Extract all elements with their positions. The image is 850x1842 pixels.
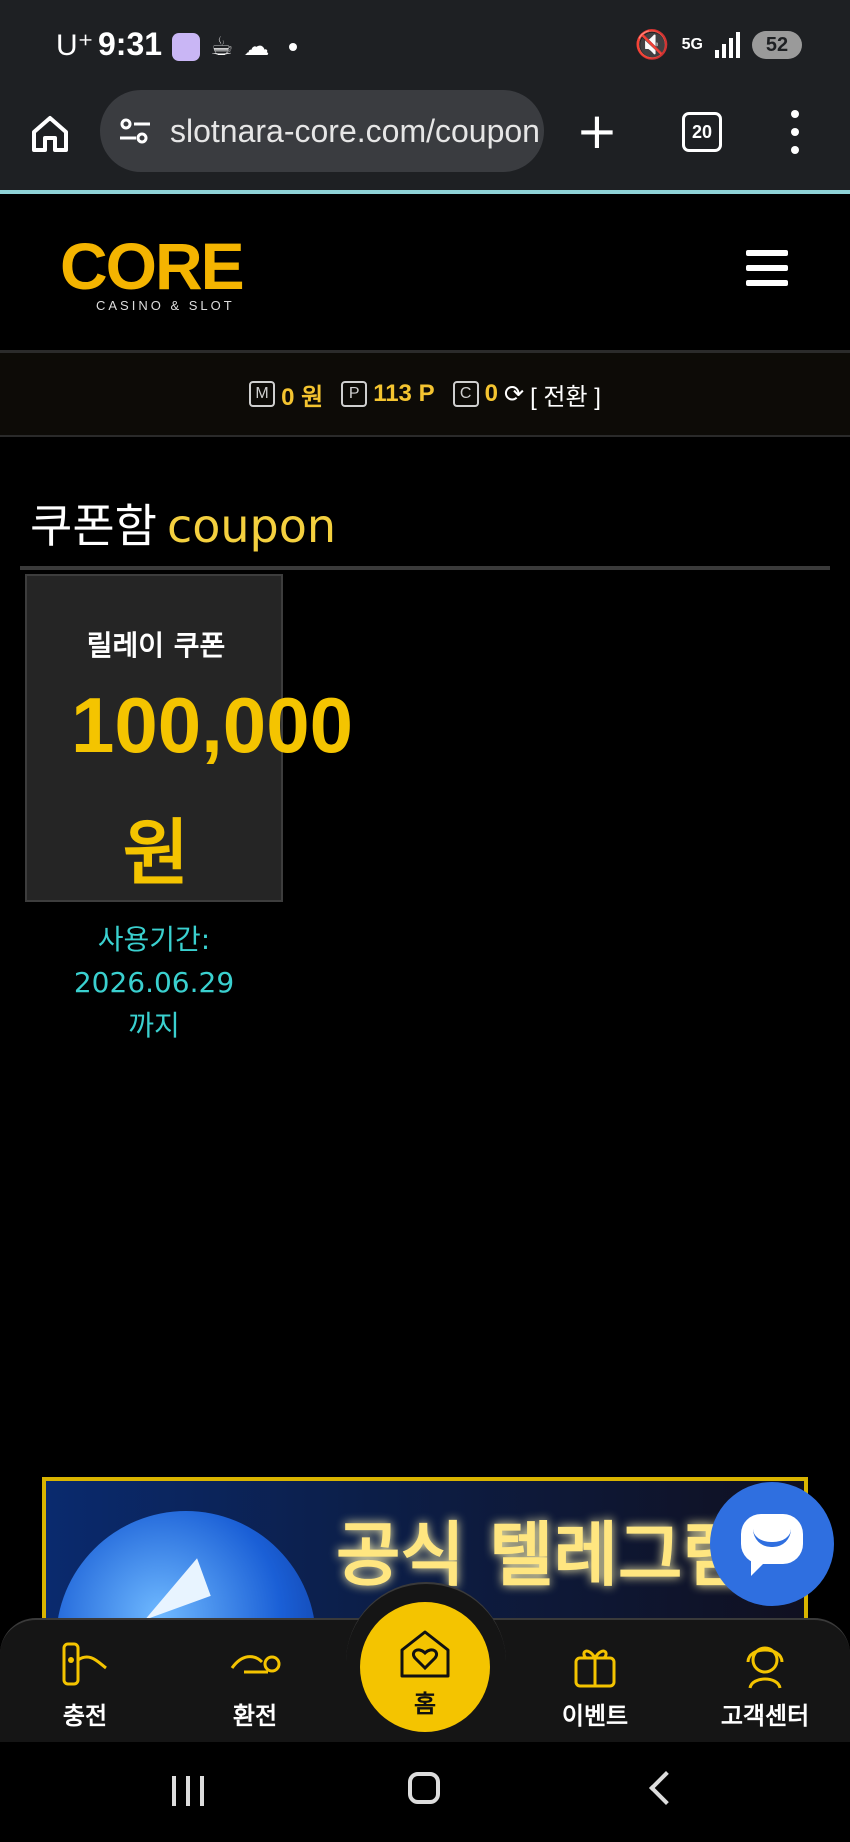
nav-item-home[interactable]: 홈 <box>360 1602 490 1732</box>
battery-level: 52 <box>752 30 802 59</box>
balance-bar: M 0 원 P 113 P C 0 ⟳ [ 전환 ] <box>0 353 850 437</box>
expiry-date: 2026.06.29 <box>73 966 235 999</box>
back-icon[interactable] <box>649 1771 683 1805</box>
more-notifications-dot-icon <box>289 43 298 51</box>
network-type: 5G <box>681 35 703 53</box>
casino-balance: C 0 ⟳ [ 전환 ] <box>452 377 601 412</box>
tea-cup-icon: ☕ <box>210 32 234 62</box>
browser-menu-icon[interactable] <box>790 110 800 154</box>
chat-bubble-icon <box>741 1514 803 1576</box>
notification-icons: ☕ ☁ <box>172 32 298 62</box>
nav-item-deposit[interactable]: 충전 <box>20 1638 150 1731</box>
carrier-label: U⁺ <box>56 29 94 62</box>
coupon-amount: 100,000 <box>71 681 353 769</box>
nav-label-event: 이벤트 <box>561 1702 629 1730</box>
point-value: 113 P <box>373 380 435 407</box>
browser-toolbar: slotnara-core.com/coupon + 20 <box>0 90 850 194</box>
nav-label-deposit: 충전 <box>62 1702 108 1730</box>
nav-item-event[interactable]: 이벤트 <box>530 1638 660 1731</box>
nav-item-support[interactable]: 고객센터 <box>700 1638 830 1731</box>
money-balance: M 0 원 <box>249 377 323 412</box>
nav-label-home: 홈 <box>413 1690 437 1718</box>
money-value: 0 원 <box>281 383 324 411</box>
point-badge-icon: P <box>341 381 368 407</box>
status-bar: U⁺ 9:31 ☕ ☁ 🔇 5G 52 <box>0 0 850 90</box>
nav-label-withdraw: 환전 <box>232 1702 278 1730</box>
app-notification-icon <box>172 33 200 61</box>
expiry-suffix: 까지 <box>128 1009 180 1042</box>
gift-icon <box>574 1649 616 1688</box>
nav-label-support: 고객센터 <box>720 1702 810 1730</box>
expiry-label: 사용기간: <box>97 923 211 956</box>
page-title-korean: 쿠폰함 <box>30 499 157 553</box>
hamburger-menu-icon[interactable] <box>746 250 788 286</box>
coupon-expiry: 사용기간: 2026.06.29 까지 <box>25 918 283 1047</box>
home-icon[interactable] <box>28 112 72 156</box>
casino-value: 0 <box>484 380 498 407</box>
withdraw-icon <box>230 1655 281 1674</box>
point-balance: P 113 P <box>341 380 435 408</box>
site-logo[interactable]: CORE CASINO & SLOT <box>60 229 245 313</box>
money-badge-icon: M <box>249 381 276 407</box>
mute-icon: 🔇 <box>634 28 670 61</box>
refresh-icon[interactable]: ⟳ <box>504 380 524 409</box>
url-text: slotnara-core.com/coupon <box>170 112 540 149</box>
cloud-icon: ☁ <box>243 32 270 62</box>
recent-apps-icon[interactable] <box>172 1776 204 1806</box>
system-home-icon[interactable] <box>408 1772 440 1804</box>
logo-text: CORE <box>60 229 245 303</box>
title-divider <box>20 566 830 570</box>
casino-badge-icon: C <box>452 381 479 407</box>
coupon-name: 릴레이 쿠폰 <box>86 629 226 662</box>
site-header: CORE CASINO & SLOT <box>0 194 850 353</box>
signal-icon <box>715 31 740 58</box>
live-chat-button[interactable] <box>710 1482 834 1606</box>
home-heart-icon <box>400 1630 450 1678</box>
switch-button[interactable]: [ 전환 ] <box>530 377 601 412</box>
tab-count-button[interactable]: 20 <box>682 112 722 152</box>
system-status-icons: 🔇 5G 52 <box>635 28 802 61</box>
system-navigation-bar <box>0 1742 850 1842</box>
page-title-english: coupon <box>166 499 337 553</box>
headset-icon <box>746 1646 784 1689</box>
clock: 9:31 <box>98 26 163 62</box>
logo-subtitle: CASINO & SLOT <box>96 298 235 313</box>
coupon-currency-unit: 원 <box>122 811 190 895</box>
deposit-icon <box>62 1642 107 1686</box>
new-tab-button[interactable]: + <box>576 106 618 156</box>
coupon-card[interactable]: 릴레이 쿠폰 100,000 원 <box>25 574 353 902</box>
nav-item-withdraw[interactable]: 환전 <box>190 1638 320 1731</box>
page-title: 쿠폰함 coupon <box>30 490 336 556</box>
address-bar[interactable]: slotnara-core.com/coupon <box>100 90 544 172</box>
banner-text: 공식 텔레그램 <box>336 1514 747 1596</box>
site-settings-icon[interactable] <box>118 114 152 148</box>
